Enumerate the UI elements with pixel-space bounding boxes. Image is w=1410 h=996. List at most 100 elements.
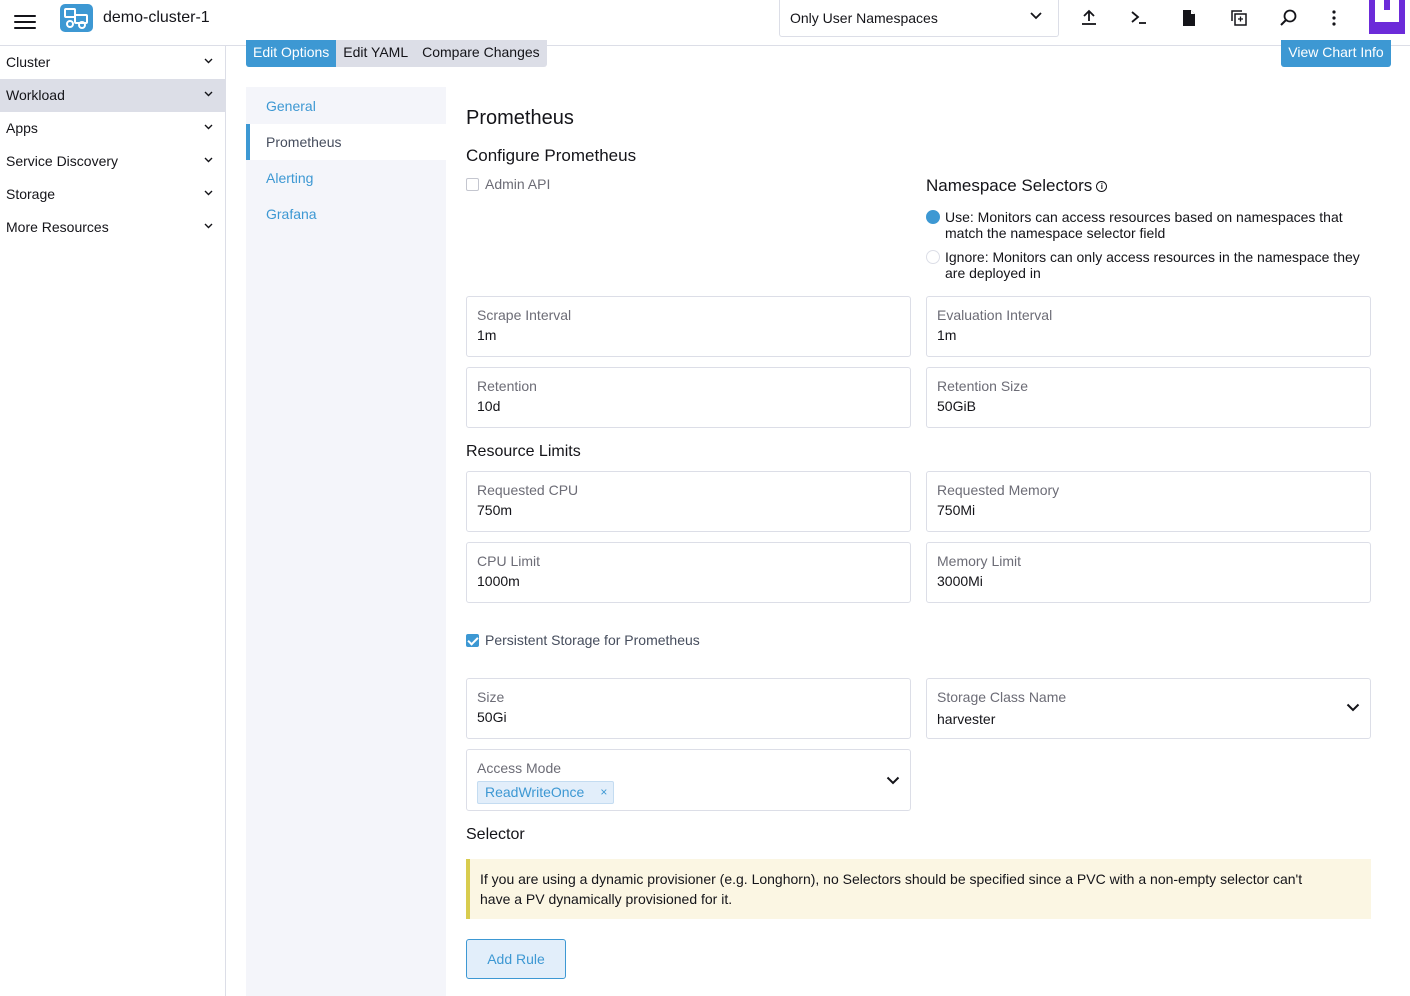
sidebar-item-workload[interactable]: Workload (0, 79, 225, 112)
tab-general[interactable]: General (246, 88, 446, 124)
radio-use-namespace-selector[interactable]: Use: Monitors can access resources based… (926, 209, 1366, 241)
tab-compare-changes[interactable]: Compare Changes (415, 40, 547, 67)
checkbox-box (466, 177, 479, 191)
access-mode-tag: ReadWriteOnce × (477, 781, 615, 804)
chevron-down-icon (204, 190, 213, 196)
section-subtitle: Configure Prometheus (466, 146, 637, 165)
selector-info-banner: If you are using a dynamic provisioner (… (466, 859, 1371, 919)
field-label: Retention (477, 378, 537, 394)
sidebar-item-apps[interactable]: Apps (0, 112, 225, 145)
chevron-down-icon (204, 157, 213, 163)
field-label: CPU Limit (477, 553, 541, 569)
cluster-logo-icon (60, 4, 93, 32)
search-icon[interactable] (1279, 8, 1299, 28)
field-value: 50Gi (477, 709, 507, 725)
admin-api-checkbox[interactable]: Admin API (466, 176, 550, 192)
tab-edit-yaml[interactable]: Edit YAML (336, 40, 415, 67)
field-label: Size (477, 689, 505, 705)
field-value: 10d (477, 398, 501, 414)
sidebar: Cluster Workload Apps Service Discovery … (0, 46, 226, 996)
section-tabs: General Prometheus Alerting Grafana (246, 87, 446, 996)
chevron-down-icon (204, 124, 213, 130)
namespace-selectors-title: Namespace Selectors i (926, 176, 1108, 196)
chevron-down-icon (204, 223, 213, 229)
section-title: Prometheus (466, 107, 574, 129)
radio-use-label: Use: Monitors can access resources based… (945, 209, 1343, 241)
terminal-icon[interactable] (1129, 8, 1149, 28)
copy-config-icon[interactable] (1229, 8, 1249, 28)
edit-mode-tabs: Edit Options Edit YAML Compare Changes (246, 40, 547, 67)
sidebar-item-label: Apps (6, 120, 38, 136)
file-icon[interactable] (1179, 8, 1199, 28)
requested-cpu-field[interactable]: Requested CPU 750m (466, 471, 911, 532)
sidebar-item-storage[interactable]: Storage (0, 178, 225, 211)
field-label: Requested CPU (477, 482, 579, 498)
radio-ignore-label: Ignore: Monitors can only access resourc… (945, 249, 1360, 281)
access-mode-select[interactable]: Access Mode ReadWriteOnce × (466, 749, 911, 811)
tab-edit-options[interactable]: Edit Options (246, 40, 337, 67)
upload-icon[interactable] (1079, 8, 1099, 28)
tab-grafana[interactable]: Grafana (246, 196, 446, 232)
sidebar-item-cluster[interactable]: Cluster (0, 46, 225, 79)
tab-alerting[interactable]: Alerting (246, 160, 446, 196)
field-value: 1000m (477, 573, 520, 589)
field-label: Memory Limit (937, 553, 1022, 569)
cpu-limit-field[interactable]: CPU Limit 1000m (466, 542, 911, 603)
banner-text: If you are using a dynamic provisioner (… (480, 871, 1303, 907)
field-value: 50GiB (937, 398, 976, 414)
info-icon[interactable]: i (1096, 181, 1108, 193)
chevron-down-icon (1346, 703, 1360, 712)
sidebar-item-label: Cluster (6, 54, 51, 70)
storage-class-select[interactable]: Storage Class Name harvester (926, 678, 1371, 739)
namespace-selectors-label: Namespace Selectors (926, 176, 1093, 195)
size-field[interactable]: Size 50Gi (466, 678, 911, 739)
namespace-filter-select[interactable]: Only User Namespaces (779, 0, 1059, 37)
field-value: 750m (477, 502, 513, 518)
persistent-storage-checkbox[interactable]: Persistent Storage for Prometheus (466, 632, 700, 648)
admin-api-label: Admin API (485, 176, 551, 192)
field-value: 1m (937, 327, 957, 343)
evaluation-interval-field[interactable]: Evaluation Interval 1m (926, 296, 1371, 357)
sidebar-item-label: More Resources (6, 219, 109, 235)
chevron-down-icon (204, 91, 213, 97)
field-label: Access Mode (477, 760, 562, 776)
radio-button (926, 210, 940, 224)
retention-field[interactable]: Retention 10d (466, 367, 911, 428)
sidebar-item-label: Workload (6, 87, 65, 103)
scrape-interval-field[interactable]: Scrape Interval 1m (466, 296, 911, 357)
more-vertical-icon[interactable] (1324, 8, 1344, 28)
namespace-filter-value: Only User Namespaces (790, 10, 938, 26)
cluster-name: demo-cluster-1 (103, 9, 210, 26)
sidebar-item-service-discovery[interactable]: Service Discovery (0, 145, 225, 178)
sidebar-item-label: Storage (6, 186, 56, 202)
requested-memory-field[interactable]: Requested Memory 750Mi (926, 471, 1371, 532)
top-header: demo-cluster-1 Only User Namespaces (0, 0, 1410, 46)
user-avatar[interactable] (1369, 0, 1405, 34)
checkbox-box (466, 633, 479, 647)
field-label: Scrape Interval (477, 307, 572, 323)
field-value: 1m (477, 327, 497, 343)
retention-size-field[interactable]: Retention Size 50GiB (926, 367, 1371, 428)
remove-tag-icon[interactable]: × (600, 782, 607, 803)
selector-title: Selector (466, 826, 525, 843)
sidebar-item-more-resources[interactable]: More Resources (0, 211, 225, 244)
add-rule-button[interactable]: Add Rule (466, 939, 566, 979)
field-value: harvester (937, 711, 996, 727)
field-label: Requested Memory (937, 482, 1060, 498)
field-value: 750Mi (937, 502, 976, 518)
menu-icon[interactable] (14, 11, 36, 33)
persistent-storage-label: Persistent Storage for Prometheus (485, 632, 700, 648)
field-label: Retention Size (937, 378, 1029, 394)
chevron-down-icon (1030, 12, 1042, 20)
chevron-down-icon (204, 58, 213, 64)
field-label: Evaluation Interval (937, 307, 1053, 323)
field-value: 3000Mi (937, 573, 983, 589)
view-chart-info-button[interactable]: View Chart Info (1281, 40, 1391, 67)
tag-label: ReadWriteOnce (485, 784, 585, 800)
tab-prometheus[interactable]: Prometheus (246, 124, 446, 160)
sidebar-item-label: Service Discovery (6, 153, 119, 169)
radio-ignore-namespace-selector[interactable]: Ignore: Monitors can only access resourc… (926, 249, 1366, 281)
field-label: Storage Class Name (937, 689, 1067, 705)
chevron-down-icon (886, 776, 900, 785)
memory-limit-field[interactable]: Memory Limit 3000Mi (926, 542, 1371, 603)
